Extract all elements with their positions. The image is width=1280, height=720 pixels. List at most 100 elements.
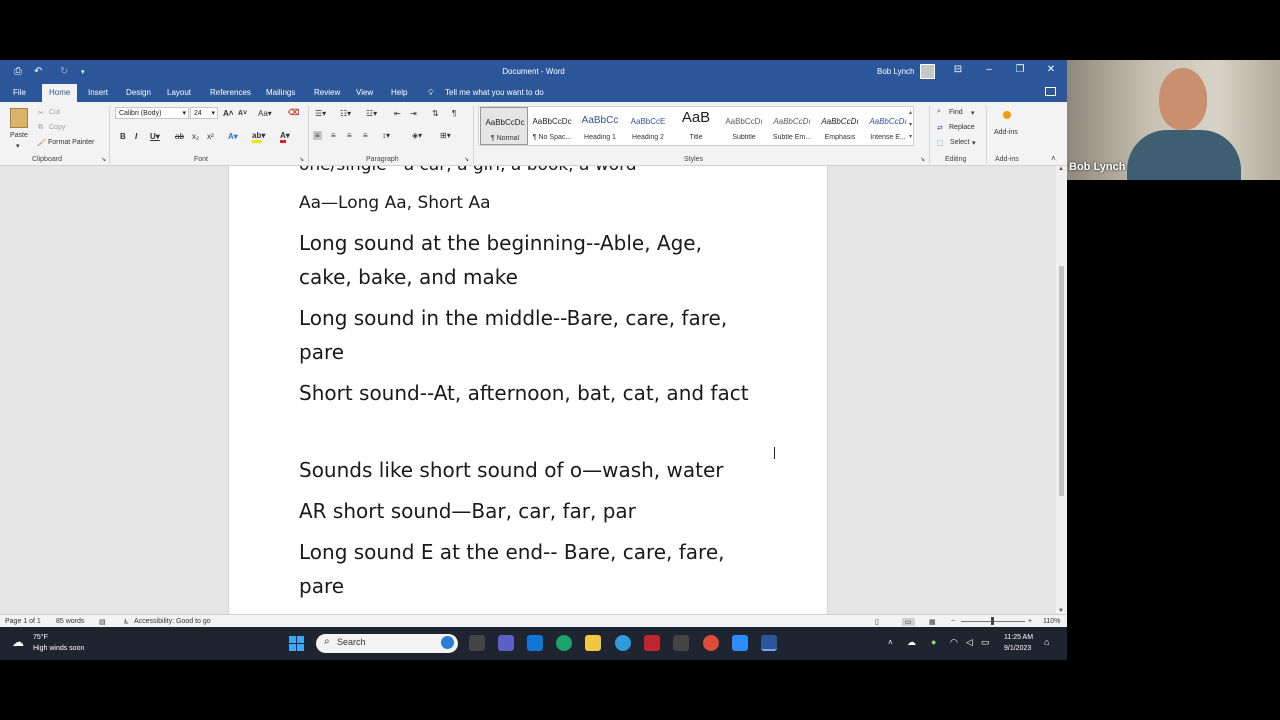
- shrink-font-icon[interactable]: A˅: [238, 110, 247, 117]
- sort-icon[interactable]: ⇅: [432, 109, 439, 118]
- select-dropdown-icon[interactable]: ▾: [972, 139, 976, 147]
- widgets-icon[interactable]: [527, 635, 543, 651]
- paragraph[interactable]: Aa—Long Aa, Short Aa: [299, 186, 759, 220]
- comments-icon[interactable]: [1045, 87, 1056, 96]
- tab-file[interactable]: File: [13, 88, 26, 97]
- edge-icon[interactable]: [556, 635, 572, 651]
- microphone-icon[interactable]: ●: [931, 637, 936, 647]
- style-title[interactable]: AaB Title: [672, 107, 720, 145]
- style-subtle-emphasis[interactable]: AaBbCcDı Subtle Em...: [768, 107, 816, 145]
- justify-icon[interactable]: ≡: [363, 131, 368, 140]
- zoom-level[interactable]: 110%: [1043, 618, 1060, 625]
- start-button[interactable]: [289, 636, 305, 652]
- clock-time[interactable]: 11:25 AM: [1004, 634, 1033, 641]
- replace-icon[interactable]: ⇄: [937, 124, 943, 132]
- security-icon[interactable]: [644, 635, 660, 651]
- wifi-icon[interactable]: ◠: [950, 637, 958, 648]
- zoom-in-icon[interactable]: +: [1028, 618, 1032, 625]
- chrome-icon[interactable]: [703, 635, 719, 651]
- format-painter-icon[interactable]: 🖌︎: [37, 139, 46, 147]
- superscript-icon[interactable]: x²: [207, 132, 214, 141]
- paragraph[interactable]: AR short sound—Bar, car, far, par: [299, 494, 759, 528]
- tab-mailings[interactable]: Mailings: [266, 88, 295, 97]
- shading-icon[interactable]: ◈▾: [412, 131, 422, 140]
- paragraph[interactable]: Short sound--At, afternoon, bat, cat, an…: [299, 376, 759, 410]
- find-button[interactable]: Find: [949, 109, 963, 116]
- accessibility-icon[interactable]: ♿︎: [123, 618, 129, 626]
- paragraph[interactable]: one/single—a car, a girl, a book, a word: [299, 166, 759, 182]
- style-no-spacing[interactable]: AaBbCcDc ¶ No Spac...: [528, 107, 576, 145]
- style-normal[interactable]: AaBbCcDc ¶ Normal: [480, 107, 528, 145]
- copy-button[interactable]: Copy: [49, 124, 65, 131]
- clipboard-launcher-icon[interactable]: ↘: [101, 156, 106, 163]
- zoom-slider-thumb[interactable]: [991, 617, 994, 625]
- paragraph[interactable]: Sounds like short sound of o—wash, water: [299, 453, 759, 487]
- print-layout-icon[interactable]: ▭: [902, 618, 915, 626]
- proofing-icon[interactable]: ▤: [99, 618, 106, 626]
- paragraph[interactable]: Long sound in the middle--Bare, care, fa…: [299, 301, 759, 369]
- zoom-out-icon[interactable]: −: [951, 618, 955, 625]
- clock-date[interactable]: 9/1/2023: [1004, 645, 1031, 652]
- collapse-ribbon-icon[interactable]: ˄: [1051, 154, 1056, 163]
- grow-font-icon[interactable]: A˄: [223, 109, 233, 118]
- web-layout-icon[interactable]: ▦: [929, 618, 936, 626]
- font-color-icon[interactable]: A▾: [280, 131, 290, 143]
- find-dropdown-icon[interactable]: ▾: [971, 109, 975, 117]
- tell-me-search[interactable]: Tell me what you want to do: [445, 88, 544, 97]
- cut-button[interactable]: Cut: [49, 109, 60, 116]
- paste-icon[interactable]: [10, 108, 28, 128]
- weather-icon[interactable]: ☁︎: [12, 635, 24, 649]
- line-spacing-icon[interactable]: ↕▾: [382, 131, 390, 140]
- scrollbar-thumb[interactable]: [1059, 266, 1064, 496]
- user-name[interactable]: Bob Lynch: [877, 67, 915, 76]
- page-count[interactable]: Page 1 of 1: [5, 618, 41, 625]
- word-app-icon[interactable]: [761, 635, 777, 651]
- select-icon[interactable]: ⬚: [937, 139, 944, 147]
- styles-scroll-up-icon[interactable]: ▴: [909, 109, 912, 116]
- paragraph[interactable]: Long sound E at the end-- Bare, care, fa…: [299, 535, 759, 603]
- store-icon[interactable]: [673, 635, 689, 651]
- read-mode-icon[interactable]: ▯: [875, 618, 879, 626]
- document-page[interactable]: one/single—a car, a girl, a book, a word…: [228, 166, 828, 614]
- replace-button[interactable]: Replace: [949, 124, 975, 131]
- weather-temp[interactable]: 75°F: [33, 634, 48, 641]
- borders-icon[interactable]: ⊞▾: [440, 131, 451, 140]
- change-case-icon[interactable]: Aa▾: [258, 109, 272, 118]
- word-count[interactable]: 85 words: [56, 618, 84, 625]
- tab-references[interactable]: References: [210, 88, 251, 97]
- tab-review[interactable]: Review: [314, 88, 340, 97]
- underline-icon[interactable]: U▾: [150, 132, 160, 141]
- task-view-icon[interactable]: [469, 635, 485, 651]
- bold-icon[interactable]: B: [120, 132, 126, 141]
- decrease-indent-icon[interactable]: ⇤: [394, 109, 401, 118]
- styles-launcher-icon[interactable]: ↘: [920, 156, 925, 163]
- text-effects-icon[interactable]: A▾: [228, 132, 238, 141]
- styles-more-icon[interactable]: ▾: [909, 133, 912, 140]
- paragraph[interactable]: Long sound at the beginning--Able, Age, …: [299, 226, 759, 294]
- find-icon[interactable]: ⌕: [937, 108, 941, 116]
- tab-insert[interactable]: Insert: [88, 88, 108, 97]
- tab-help[interactable]: Help: [391, 88, 407, 97]
- align-center-icon[interactable]: ≡: [331, 131, 336, 140]
- copy-icon[interactable]: ⧉: [38, 124, 43, 132]
- font-name-combo[interactable]: Calibri (Body) ▾: [115, 107, 189, 119]
- close-icon[interactable]: ✕: [1041, 64, 1061, 75]
- paragraph-launcher-icon[interactable]: ↘: [464, 156, 469, 163]
- strikethrough-icon[interactable]: ab: [175, 132, 184, 141]
- weather-description[interactable]: High winds soon: [33, 645, 84, 652]
- addins-button[interactable]: Add-ins: [994, 129, 1018, 136]
- style-intense-emphasis[interactable]: AaBbCcDı Intense E...: [864, 107, 912, 145]
- teams-icon[interactable]: [498, 635, 514, 651]
- paste-button[interactable]: Paste: [10, 132, 28, 139]
- align-left-icon[interactable]: ≡: [313, 131, 322, 140]
- tab-design[interactable]: Design: [126, 88, 151, 97]
- onedrive-icon[interactable]: ☁︎: [907, 637, 916, 648]
- font-size-combo[interactable]: 24 ▾: [190, 107, 218, 119]
- format-painter-button[interactable]: Format Painter: [48, 139, 94, 146]
- numbering-icon[interactable]: ☷▾: [340, 109, 351, 118]
- scroll-up-icon[interactable]: ▲: [1058, 166, 1064, 172]
- maximize-icon[interactable]: ❐: [1010, 64, 1030, 75]
- battery-icon[interactable]: ▭: [981, 637, 990, 648]
- align-right-icon[interactable]: ≡: [347, 131, 352, 140]
- accessibility-status[interactable]: Accessibility: Good to go: [134, 618, 211, 625]
